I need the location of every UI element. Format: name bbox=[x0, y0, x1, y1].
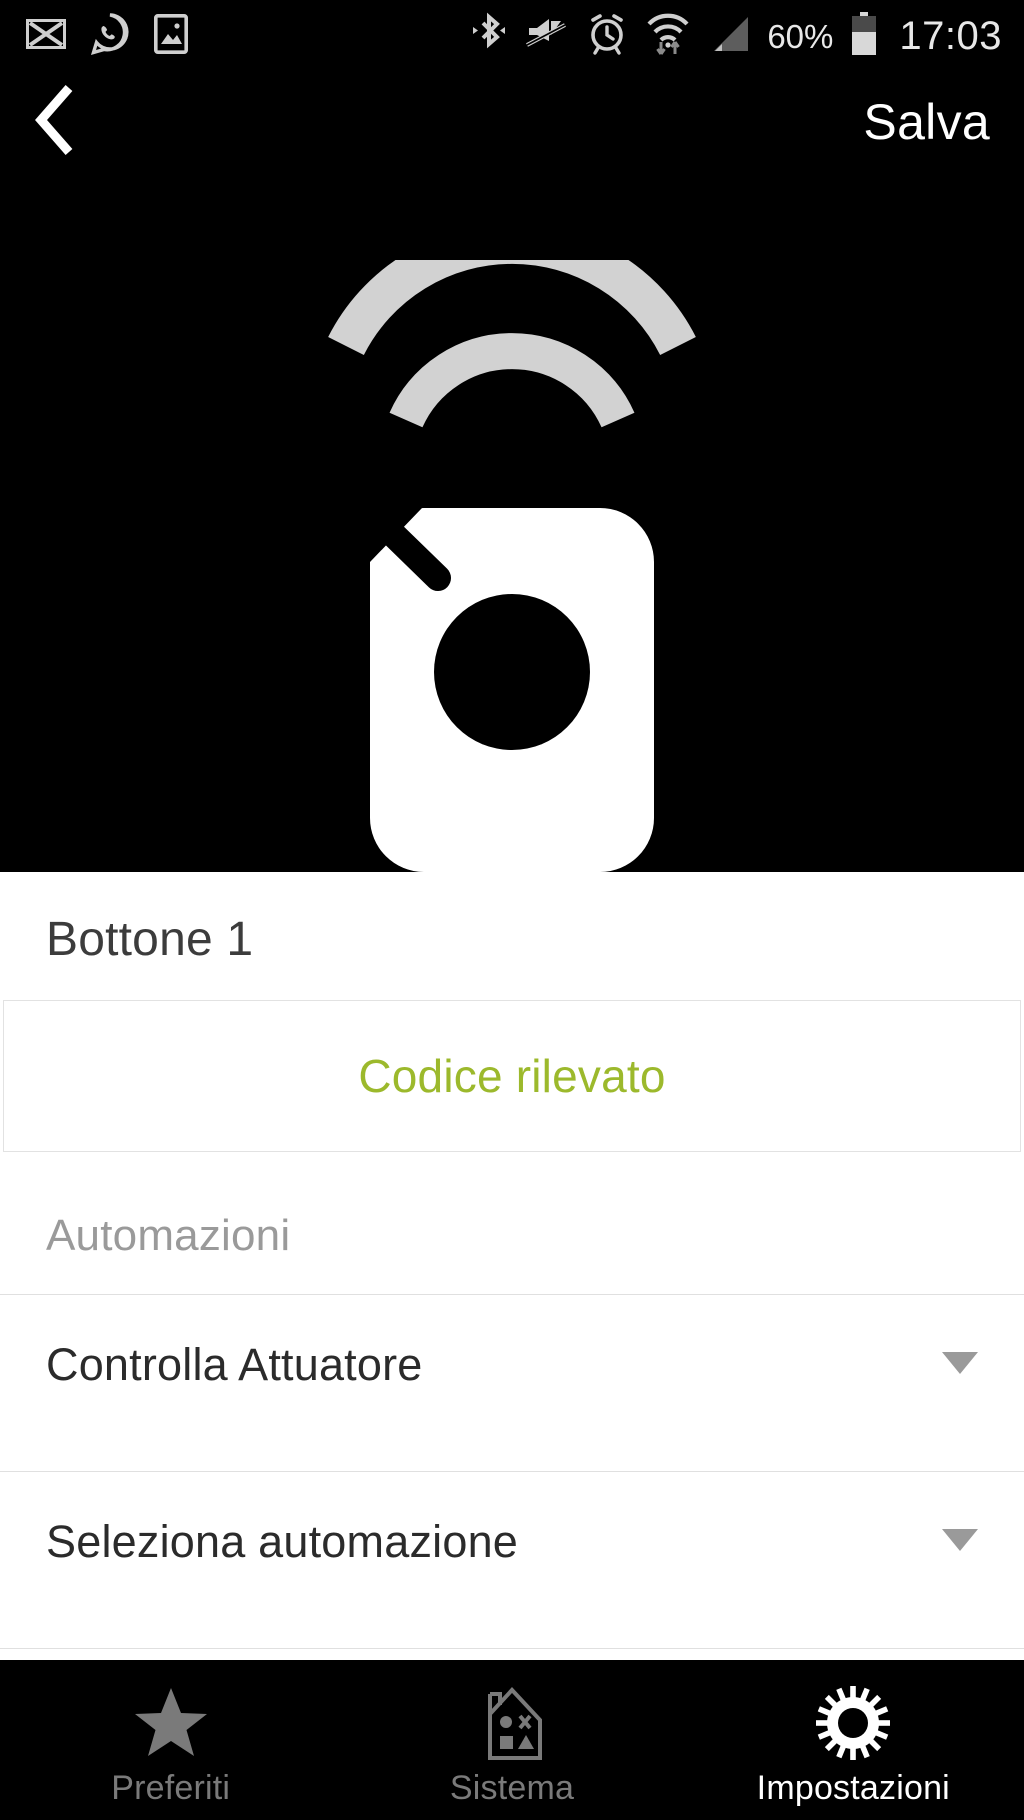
alarm-icon bbox=[586, 12, 628, 61]
gallery-icon bbox=[153, 13, 188, 59]
chevron-left-icon bbox=[29, 82, 81, 163]
house-icon bbox=[476, 1685, 548, 1761]
app-root: 60% 17:03 Salva Bottone 1 Codice rilevat… bbox=[0, 0, 1024, 1820]
device-hero-image bbox=[0, 172, 1024, 872]
page-title: Bottone 1 bbox=[46, 913, 254, 966]
nav-bar: Salva bbox=[0, 72, 1024, 172]
battery-icon bbox=[850, 11, 878, 61]
bottom-tab-bar: Preferiti Sistema Impostazioni bbox=[0, 1660, 1024, 1820]
section-header-automations: Automazioni bbox=[46, 1211, 291, 1260]
mute-icon bbox=[525, 15, 569, 58]
row-label: Controlla Attuatore bbox=[46, 1339, 423, 1390]
clock-label: 17:03 bbox=[899, 14, 1002, 58]
code-detected-label: Codice rilevato bbox=[358, 1050, 666, 1102]
status-bar-left-icons bbox=[0, 12, 188, 60]
back-button[interactable] bbox=[0, 72, 110, 172]
cellular-signal-icon bbox=[708, 14, 750, 59]
tab-label: Preferiti bbox=[111, 1769, 231, 1807]
tab-preferiti[interactable]: Preferiti bbox=[0, 1660, 341, 1820]
chevron-down-icon[interactable] bbox=[942, 1528, 978, 1556]
main-content: Bottone 1 Codice rilevato Automazioni Co… bbox=[0, 872, 1024, 1660]
tab-sistema[interactable]: Sistema bbox=[341, 1660, 682, 1820]
whatsapp-icon bbox=[90, 12, 130, 60]
mail-icon bbox=[25, 17, 67, 54]
status-bar: 60% 17:03 bbox=[0, 0, 1024, 72]
tab-impostazioni[interactable]: Impostazioni bbox=[683, 1660, 1024, 1820]
row-label: Seleziona automazione bbox=[46, 1516, 519, 1567]
battery-percent-label: 60% bbox=[767, 17, 834, 55]
row-controlla-attuatore[interactable]: Controlla Attuatore bbox=[0, 1295, 1024, 1435]
divider bbox=[0, 1648, 1024, 1649]
status-bar-right-icons: 60% 17:03 bbox=[470, 11, 1024, 62]
tab-label: Impostazioni bbox=[756, 1769, 950, 1807]
wifi-icon bbox=[645, 11, 691, 62]
save-button[interactable]: Salva bbox=[863, 97, 1024, 147]
bluetooth-icon bbox=[470, 11, 508, 62]
chevron-down-icon[interactable] bbox=[942, 1351, 978, 1379]
tab-label: Sistema bbox=[449, 1769, 575, 1807]
code-detected-card[interactable]: Codice rilevato bbox=[3, 1000, 1021, 1152]
gear-icon bbox=[814, 1685, 892, 1761]
row-seleziona-automazione[interactable]: Seleziona automazione bbox=[0, 1472, 1024, 1612]
star-icon bbox=[133, 1685, 209, 1761]
